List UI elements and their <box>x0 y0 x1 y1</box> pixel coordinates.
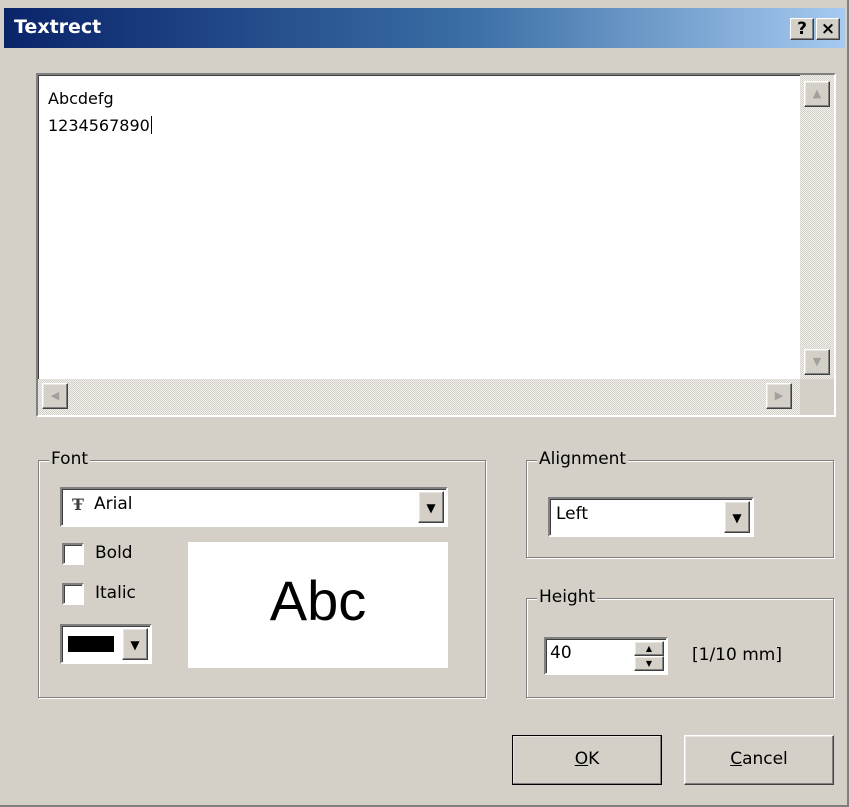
bold-checkbox[interactable] <box>62 543 84 565</box>
help-button[interactable]: ? <box>790 18 814 40</box>
horizontal-scrollbar[interactable]: ◀ ▶ <box>38 379 800 415</box>
spin-up-button[interactable]: ▲ <box>634 641 664 656</box>
scrollbar-corner <box>800 379 834 415</box>
font-preview: Abc <box>188 542 448 668</box>
alignment-dropdown-button[interactable]: ▼ <box>724 501 750 533</box>
truetype-font-icon: Ŧ <box>72 495 84 514</box>
chevron-down-icon: ▼ <box>130 638 140 652</box>
font-preview-text: Abc <box>269 569 367 632</box>
ok-label: K <box>588 749 600 769</box>
arrow-down-icon: ▼ <box>812 355 822 368</box>
height-group-legend: Height <box>537 587 598 607</box>
italic-checkbox[interactable] <box>62 583 84 605</box>
close-button[interactable]: × <box>816 18 840 40</box>
color-picker[interactable]: ▼ <box>60 624 152 664</box>
font-select[interactable]: Ŧ Arial ▼ <box>60 487 448 527</box>
cancel-button[interactable]: Cancel <box>684 735 834 785</box>
alignment-value: Left <box>556 504 588 524</box>
alignment-select[interactable]: Left ▼ <box>548 497 754 537</box>
height-value[interactable]: 40 <box>550 643 572 663</box>
text-editor[interactable]: Abcdefg 1234567890 ▲ ▼ ◀ ▶ <box>36 73 836 417</box>
arrow-down-icon: ▼ <box>645 659 653 668</box>
text-editor-content[interactable]: Abcdefg 1234567890 <box>48 85 152 139</box>
color-dropdown-button[interactable]: ▼ <box>122 628 148 660</box>
title-bar[interactable]: Textrect ? × <box>4 8 845 48</box>
help-icon: ? <box>797 19 807 39</box>
height-spin-buttons[interactable]: ▲ ▼ <box>634 641 664 671</box>
close-icon: × <box>820 19 836 39</box>
arrow-up-icon: ▲ <box>812 87 822 100</box>
spin-down-button[interactable]: ▼ <box>634 656 664 671</box>
chevron-down-icon: ▼ <box>732 511 742 525</box>
chevron-down-icon: ▼ <box>426 501 436 515</box>
font-group-legend: Font <box>49 449 91 469</box>
height-unit: [1/10 mm] <box>692 645 782 665</box>
text-caret <box>150 116 152 134</box>
bold-label[interactable]: Bold <box>95 543 133 563</box>
arrow-left-icon: ◀ <box>50 389 60 402</box>
height-spinner[interactable]: 40 ▲ ▼ <box>544 637 668 675</box>
scroll-left-button[interactable]: ◀ <box>42 383 68 409</box>
italic-label[interactable]: Italic <box>95 583 136 603</box>
alignment-group-legend: Alignment <box>537 449 629 469</box>
text-line-2: 1234567890 <box>48 116 150 135</box>
text-line-1: Abcdefg <box>48 89 114 108</box>
font-name: Arial <box>94 494 133 514</box>
ok-button[interactable]: OK <box>512 735 662 785</box>
arrow-right-icon: ▶ <box>774 389 784 402</box>
ok-hotkey: O <box>574 749 589 769</box>
vertical-scrollbar[interactable]: ▲ ▼ <box>800 75 834 381</box>
scroll-right-button[interactable]: ▶ <box>766 383 792 409</box>
cancel-label: ancel <box>742 749 788 769</box>
textrect-dialog: Textrect ? × Abcdefg 1234567890 ▲ ▼ ◀ ▶ … <box>0 0 849 807</box>
scroll-up-button[interactable]: ▲ <box>804 81 830 107</box>
cancel-hotkey: C <box>730 749 743 769</box>
color-swatch <box>68 636 114 652</box>
scroll-down-button[interactable]: ▼ <box>804 349 830 375</box>
arrow-up-icon: ▲ <box>645 644 653 653</box>
window-title: Textrect <box>14 16 102 38</box>
font-dropdown-button[interactable]: ▼ <box>418 491 444 523</box>
